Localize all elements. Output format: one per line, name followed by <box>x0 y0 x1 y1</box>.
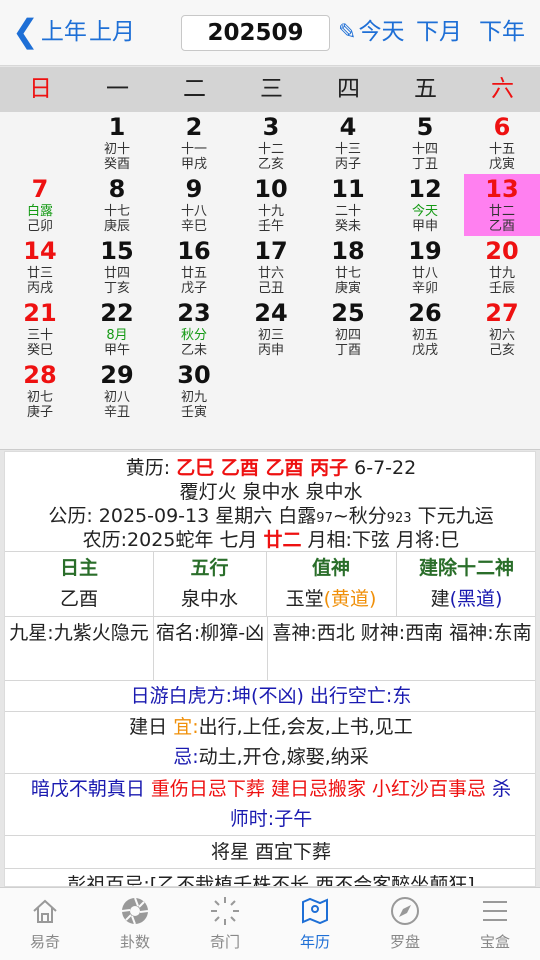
day-cell[interactable]: 21 三十 癸巳 <box>2 298 78 360</box>
today-button[interactable]: ✎今天 <box>338 14 404 50</box>
day-cell[interactable]: 7 白露 己卯 <box>2 174 78 236</box>
day-cell[interactable]: 15 廿四 丁亥 <box>79 236 155 298</box>
day-cell[interactable]: 18 廿七 庚寅 <box>310 236 386 298</box>
wuxing-header: 五行 <box>190 557 229 579</box>
wuxing-value: 泉中水 <box>180 588 238 610</box>
calendar-grid: 1 初十 癸酉 2 十一 甲戌 3 十二 乙亥 4 十三 丙子 5 十四 丁丑 6 十五 戊寅 7 白露己… <box>0 112 540 450</box>
day-cell-today[interactable]: 12 今天 甲申 <box>387 174 463 236</box>
jiangxing-line: 将星 酉宜下葬 <box>210 841 332 863</box>
jianchu-header: 建除十二神 <box>418 557 514 579</box>
day-cell[interactable]: 28 初七 庚子 <box>2 360 78 422</box>
weekday-header: 日 一 二 三 四 五 六 <box>0 67 540 112</box>
house-icon <box>33 899 57 923</box>
aperture-icon <box>121 897 149 925</box>
divider <box>396 551 397 616</box>
day-cell[interactable]: 9 十八 辛巳 <box>156 174 232 236</box>
day-cell-selected[interactable]: 13 廿二 乙酉 <box>464 174 540 236</box>
ji-line: 忌:动土,开仓,嫁娶,纳采 <box>173 746 369 768</box>
day-cell[interactable]: 19 廿八 辛卯 <box>387 236 463 298</box>
day-cell[interactable]: 23 秋分 乙未 <box>156 298 232 360</box>
day-cell[interactable]: 17 廿六 己丑 <box>233 236 309 298</box>
divider <box>153 551 154 616</box>
huangli-line: 黄历: 乙巳 乙酉 乙酉 丙子 6-7-22 <box>125 457 417 479</box>
rizhu-header: 日主 <box>59 557 98 579</box>
prev-year-button[interactable]: ❮上年 <box>12 14 87 50</box>
day-cell[interactable]: 29 初八 辛丑 <box>79 360 155 422</box>
divider <box>266 551 267 616</box>
day-cell[interactable]: 26 初五 戊戌 <box>387 298 463 360</box>
next-year-button[interactable]: 下年 <box>479 14 525 50</box>
tab-yiqi[interactable]: 易奇 <box>0 888 90 960</box>
tab-nianli[interactable]: 年历 <box>270 888 360 960</box>
weekday-fri: 五 <box>414 76 437 102</box>
yi-line: 建日 宜:出行,上任,会友,上书,见工 <box>129 716 413 738</box>
weekday-sun: 日 <box>29 76 52 102</box>
day-cell[interactable]: 2 十一 甲戌 <box>156 112 232 174</box>
day-cell[interactable]: 10 十九 壬午 <box>233 174 309 236</box>
tab-luopan[interactable]: 罗盘 <box>360 888 450 960</box>
zhishen-header: 值神 <box>311 557 350 579</box>
divider <box>5 680 535 681</box>
day-cell[interactable]: 4 十三 丙子 <box>310 112 386 174</box>
tab-guashu[interactable]: 卦数 <box>90 888 180 960</box>
weekday-mon: 一 <box>106 76 129 102</box>
pengzu-line: 彭祖百忌:[乙不栽植千株不长 酉不会客醉坐颠狂] <box>67 874 475 887</box>
day-detail-panel: 黄历: 乙巳 乙酉 乙酉 丙子 6-7-22 覆灯火 泉中水 泉中水 公历: 2… <box>4 451 536 887</box>
day-cell[interactable]: 30 初九 壬寅 <box>156 360 232 422</box>
tab-baohe[interactable]: 宝盒 <box>450 888 540 960</box>
divider <box>5 868 535 869</box>
nongli-line: 农历:2025蛇年 七月 廿二 月相:下弦 月将:巳 <box>82 529 460 551</box>
shashi-line: 师时:子午 <box>229 808 313 830</box>
day-cell[interactable]: 1 初十 癸酉 <box>79 112 155 174</box>
day-cell[interactable]: 6 十五 戊寅 <box>464 112 540 174</box>
jiuxing-text: 九星:九紫火隐元 <box>9 622 149 644</box>
day-cell[interactable]: 3 十二 乙亥 <box>233 112 309 174</box>
suming-text: 宿名:柳獐-凶 <box>155 622 265 644</box>
day-cell[interactable]: 16 廿五 戊子 <box>156 236 232 298</box>
pencil-icon: ✎ <box>338 20 357 45</box>
day-cell[interactable]: 27 初六 己亥 <box>464 298 540 360</box>
menu-icon <box>483 901 507 921</box>
rizhu-value: 乙酉 <box>59 588 98 610</box>
zhishen-value: 玉堂(黄道) <box>285 588 377 610</box>
divider <box>267 616 268 680</box>
weekday-sat: 六 <box>491 76 514 102</box>
day-cell[interactable]: 24 初三 丙申 <box>233 298 309 360</box>
divider <box>153 616 154 680</box>
prev-month-button[interactable]: 上月 <box>89 14 135 50</box>
map-icon <box>302 897 328 925</box>
riyou-line: 日游白虎方:坤(不凶) 出行空亡:东 <box>130 685 412 707</box>
jishen-line: 暗戊不朝真日 重伤日忌下葬 建日忌搬家 小红沙百事忌 杀 <box>30 778 512 800</box>
weekday-tue: 二 <box>183 76 206 102</box>
nayin-line: 覆灯火 泉中水 泉中水 <box>179 481 363 503</box>
bottom-tab-bar: 易奇 卦数 奇门 年历 罗盘 宝盒 <box>0 887 540 960</box>
sunburst-icon <box>211 897 239 925</box>
jianchu-value: 建(黑道) <box>430 588 503 610</box>
next-month-button[interactable]: 下月 <box>416 14 462 50</box>
day-cell[interactable]: 20 廿九 壬辰 <box>464 236 540 298</box>
weekday-thu: 四 <box>337 76 360 102</box>
caishen-text: 喜神:西北 财神:西南 福神:东南 <box>272 622 532 644</box>
tab-qimen[interactable]: 奇门 <box>180 888 270 960</box>
day-cell[interactable]: 14 廿三 丙戌 <box>2 236 78 298</box>
day-cell[interactable]: 22 8月 甲午 <box>79 298 155 360</box>
chevron-left-icon: ❮ <box>12 12 39 50</box>
day-cell[interactable]: 8 十七 庚辰 <box>79 174 155 236</box>
month-input[interactable]: 202509 <box>181 15 330 51</box>
day-cell[interactable]: 11 二十 癸未 <box>310 174 386 236</box>
weekday-wed: 三 <box>260 76 283 102</box>
day-cell[interactable]: 5 十四 丁丑 <box>387 112 463 174</box>
compass-icon <box>391 897 419 925</box>
gongli-line: 公历: 2025-09-13 星期六 白露97~秋分923 下元九运 <box>48 505 494 527</box>
divider <box>5 835 535 836</box>
top-nav: ❮上年 上月 202509 ✎今天 下月 下年 <box>0 0 540 66</box>
day-cell[interactable]: 25 初四 丁酉 <box>310 298 386 360</box>
